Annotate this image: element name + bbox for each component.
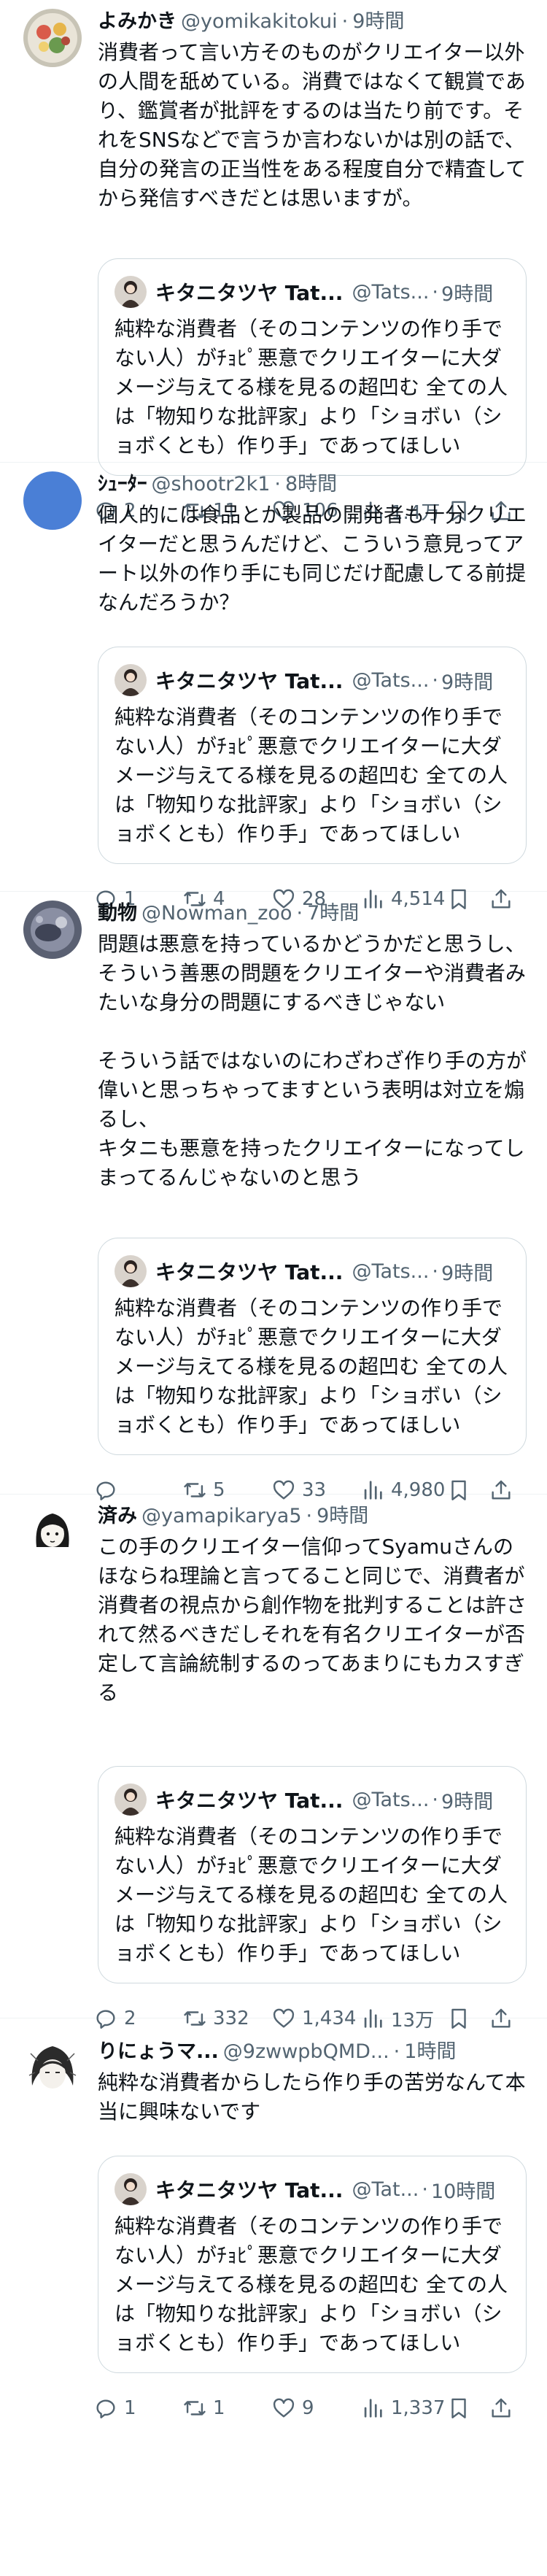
quote-handle: @Tat... [352, 2178, 419, 2201]
quote-text: 純粋な消費者（そのコンテンツの作り手でない人）がﾁｮﾋﾟ悪意でクリエイターに大ダ… [115, 1824, 508, 1965]
reply-button[interactable]: 1 [93, 2396, 182, 2421]
quote-display-name: キタニタツヤ Tat... [155, 1789, 344, 1813]
display-name[interactable]: よみかき [98, 6, 176, 38]
quote-handle: @Tats... [352, 1260, 430, 1283]
quote-separator: · [432, 280, 439, 304]
separator: · [296, 902, 303, 925]
quote-timestamp: 9時間 [441, 671, 494, 694]
tweet-header: よみかき @yomikakitokui · 9時間 [80, 6, 527, 38]
display-name[interactable]: 動物 [98, 898, 137, 930]
tweet-header: りにょうマ... @9zwwpbQMD... · 1時間 [80, 2036, 527, 2068]
tweet-header: ｼｭｰﾀｰ @shootr2k1 · 8時間 [80, 468, 527, 501]
quote-header: キタニタツヤ Tat... @Tats... · 9時間 [115, 1254, 510, 1288]
quote-text: 純粋な消費者（そのコンテンツの作り手でない人）がﾁｮﾋﾟ悪意でクリエイターに大ダ… [115, 705, 508, 846]
quote-header: キタニタツヤ Tat... @Tats... · 9時間 [115, 663, 510, 697]
tweet[interactable]: ｼｭｰﾀｰ @shootr2k1 · 8時間 個人的には食品とか製品の開発者も十… [0, 463, 547, 910]
timestamp[interactable]: 1時間 [404, 2036, 456, 2068]
separator: · [306, 1505, 313, 1527]
tweet-text: 個人的には食品とか製品の開発者も十分クリエイターだと思うんだけど、こういう意見っ… [98, 503, 527, 614]
timeline: よみかき @yomikakitokui · 9時間 消費者って言い方そのものがク… [0, 0, 547, 2576]
tweet[interactable]: 済み @yamapikarya5 · 9時間 この手のクリエイター信仰ってSya… [0, 1495, 547, 2032]
quoted-tweet[interactable]: キタニタツヤ Tat... @Tats... · 9時間 純粋な消費者（そのコン… [98, 647, 527, 864]
quote-separator: · [422, 2178, 428, 2201]
separator: · [341, 10, 349, 33]
reply-icon [96, 2399, 115, 2418]
quote-handle: @Tats... [352, 280, 430, 304]
like-count: 9 [302, 2397, 314, 2419]
tweet-actions: 1 1 9 1,337 [80, 2373, 527, 2443]
separator: · [393, 2040, 400, 2063]
quote-text: 純粋な消費者（そのコンテンツの作り手でない人）がﾁｮﾋﾟ悪意でクリエイターに大ダ… [115, 1296, 508, 1437]
quote-text: 純粋な消費者（そのコンテンツの作り手でない人）がﾁｮﾋﾟ悪意でクリエイターに大ダ… [115, 317, 508, 458]
quote-avatar [115, 664, 147, 696]
views-button[interactable]: 1,337 [360, 2396, 446, 2421]
user-handle[interactable]: @yomikakitokui [181, 6, 338, 38]
quote-avatar [115, 276, 147, 308]
quote-display-name: キタニタツヤ Tat... [155, 669, 344, 693]
quote-handle: @Tats... [352, 668, 430, 692]
quote-timestamp: 9時間 [441, 282, 494, 306]
avatar[interactable] [23, 901, 82, 959]
timestamp[interactable]: 8時間 [285, 468, 337, 501]
share-button[interactable] [489, 2396, 518, 2421]
quote-header: キタニタツヤ Tat... @Tats... · 9時間 [115, 1783, 510, 1816]
tweet[interactable]: よみかき @yomikakitokui · 9時間 消費者って言い方そのものがク… [0, 0, 547, 524]
retweet-icon [184, 2401, 206, 2415]
display-name[interactable]: ｼｭｰﾀｰ [98, 468, 147, 501]
quote-avatar [115, 1783, 147, 1816]
tweet-header: 済み @yamapikarya5 · 9時間 [80, 1500, 527, 1532]
tweet[interactable]: 動物 @Nowman_zoo · 7時間 問題は悪意を持っているかどうかだと思う… [0, 892, 547, 1501]
bookmark-icon [451, 2398, 466, 2418]
quote-header: キタニタツヤ Tat... @Tats... · 9時間 [115, 275, 510, 309]
quoted-tweet[interactable]: キタニタツヤ Tat... @Tats... · 9時間 純粋な消費者（そのコン… [98, 1238, 527, 1455]
timestamp[interactable]: 7時間 [307, 898, 359, 930]
quote-header: キタニタツヤ Tat... @Tat... · 10時間 [115, 2172, 510, 2206]
quote-display-name: キタニタツヤ Tat... [155, 1260, 344, 1284]
quote-text: 純粋な消費者（そのコンテンツの作り手でない人）がﾁｮﾋﾟ悪意でクリエイターに大ダ… [115, 2214, 508, 2355]
user-handle[interactable]: @shootr2k1 [152, 468, 271, 501]
retweet-count: 1 [213, 2397, 225, 2419]
heart-icon [273, 2398, 295, 2418]
quoted-tweet[interactable]: キタニタツヤ Tat... @Tats... · 9時間 純粋な消費者（そのコン… [98, 258, 527, 476]
tweet-text: 消費者って言い方そのものがクリエイター以外の人間を舐めている。消費ではなくて観賞… [98, 40, 527, 210]
quote-display-name: キタニタツヤ Tat... [155, 2178, 344, 2202]
avatar[interactable] [23, 2039, 82, 2097]
timestamp[interactable]: 9時間 [317, 1500, 368, 1532]
user-handle[interactable]: @Nowman_zoo [141, 898, 292, 930]
quote-timestamp: 9時間 [441, 1790, 494, 1813]
tweet[interactable]: りにょうマ... @9zwwpbQMD... · 1時間 純粋な消費者からしたら… [0, 2018, 547, 2576]
user-handle[interactable]: @yamapikarya5 [141, 1500, 302, 1532]
bookmark-button[interactable] [446, 2396, 489, 2421]
views-count: 1,337 [391, 2397, 446, 2419]
reply-count: 1 [124, 2397, 136, 2419]
display-name[interactable]: 済み [98, 1500, 137, 1532]
share-icon [492, 2398, 511, 2418]
avatar[interactable] [23, 471, 82, 530]
quoted-tweet[interactable]: キタニタツヤ Tat... @Tats... · 9時間 純粋な消費者（そのコン… [98, 1766, 527, 1983]
user-handle[interactable]: @9zwwpbQMD... [223, 2036, 389, 2068]
avatar[interactable] [23, 9, 82, 67]
tweet-header: 動物 @Nowman_zoo · 7時間 [80, 898, 527, 930]
display-name[interactable]: りにょうマ... [98, 2036, 219, 2068]
tweet-text: 純粋な消費者からしたら作り手の苦労なんて本当に興味ないです [98, 2070, 526, 2124]
quote-avatar [115, 2173, 147, 2205]
quote-avatar [115, 1255, 147, 1287]
like-button[interactable]: 9 [271, 2396, 360, 2421]
views-icon [364, 2399, 382, 2418]
quote-handle: @Tats... [352, 1788, 430, 1811]
quote-separator: · [432, 1788, 439, 1811]
timestamp[interactable]: 9時間 [352, 6, 404, 38]
quote-timestamp: 9時間 [441, 1262, 494, 1285]
quote-separator: · [432, 1260, 439, 1283]
separator: · [274, 473, 281, 495]
retweet-button[interactable]: 1 [182, 2396, 271, 2421]
quote-separator: · [432, 668, 439, 692]
quote-timestamp: 10時間 [430, 2180, 496, 2203]
avatar[interactable] [23, 1503, 82, 1562]
tweet-text: この手のクリエイター信仰ってSyamuさんのほならね理論と言ってること同じで、消… [98, 1535, 527, 1705]
tweet-text: 問題は悪意を持っているかどうかだと思うし、そういう善悪の問題をクリエイターや消費… [98, 932, 527, 1189]
quote-display-name: キタニタツヤ Tat... [155, 281, 344, 305]
quoted-tweet[interactable]: キタニタツヤ Tat... @Tat... · 10時間 純粋な消費者（そのコン… [98, 2156, 527, 2373]
